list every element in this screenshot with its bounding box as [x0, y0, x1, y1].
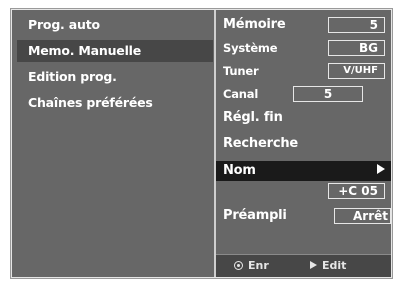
recherche-label: Recherche — [223, 136, 298, 151]
nom-value[interactable]: +C 05 — [328, 183, 385, 199]
footer-bar: Enr Edit — [216, 254, 391, 277]
row-recherche[interactable]: Recherche — [216, 132, 391, 156]
edit-button[interactable]: Edit — [310, 255, 346, 277]
right-settings-panel: Mémoire 5 Système BG Tuner V/UHF Canal 5… — [216, 10, 391, 277]
row-preampli[interactable]: Préampli Arrêt — [216, 204, 391, 228]
systeme-label: Système — [223, 41, 278, 55]
enr-label: Enr — [248, 259, 269, 272]
menu-item-edition-prog[interactable]: Edition prog. — [17, 66, 213, 88]
ok-circle-icon — [234, 261, 243, 270]
menu-item-prog-auto[interactable]: Prog. auto — [17, 14, 213, 36]
menu-item-memo-manuelle[interactable]: Memo. Manuelle — [17, 40, 213, 62]
row-nom-value: +C 05 — [216, 181, 391, 205]
edit-label: Edit — [322, 259, 347, 272]
menu-item-chaines-preferees[interactable]: Chaînes préférées — [17, 92, 213, 114]
nom-label: Nom — [223, 163, 256, 178]
row-regl-fin[interactable]: Régl. fin — [216, 106, 391, 130]
row-nom[interactable]: Nom — [216, 161, 391, 181]
left-menu-panel: Prog. auto Memo. Manuelle Edition prog. … — [12, 10, 214, 277]
right-arrow-icon — [377, 164, 385, 174]
memoire-value[interactable]: 5 — [328, 17, 385, 33]
tuner-value[interactable]: V/UHF — [328, 63, 385, 79]
row-tuner[interactable]: Tuner V/UHF — [216, 59, 391, 83]
regl-fin-label: Régl. fin — [223, 110, 283, 125]
row-systeme[interactable]: Système BG — [216, 36, 391, 60]
row-canal[interactable]: Canal 5 — [216, 82, 391, 106]
enr-button[interactable]: Enr — [234, 255, 269, 277]
canal-label: Canal — [223, 87, 259, 101]
preampli-value[interactable]: Arrêt — [334, 208, 391, 224]
memoire-label: Mémoire — [223, 17, 286, 32]
canal-value[interactable]: 5 — [293, 86, 363, 102]
tuner-label: Tuner — [223, 64, 259, 78]
preampli-label: Préampli — [223, 208, 287, 223]
systeme-value[interactable]: BG — [328, 40, 385, 56]
play-arrow-icon — [310, 261, 317, 269]
row-memoire[interactable]: Mémoire 5 — [216, 13, 391, 37]
